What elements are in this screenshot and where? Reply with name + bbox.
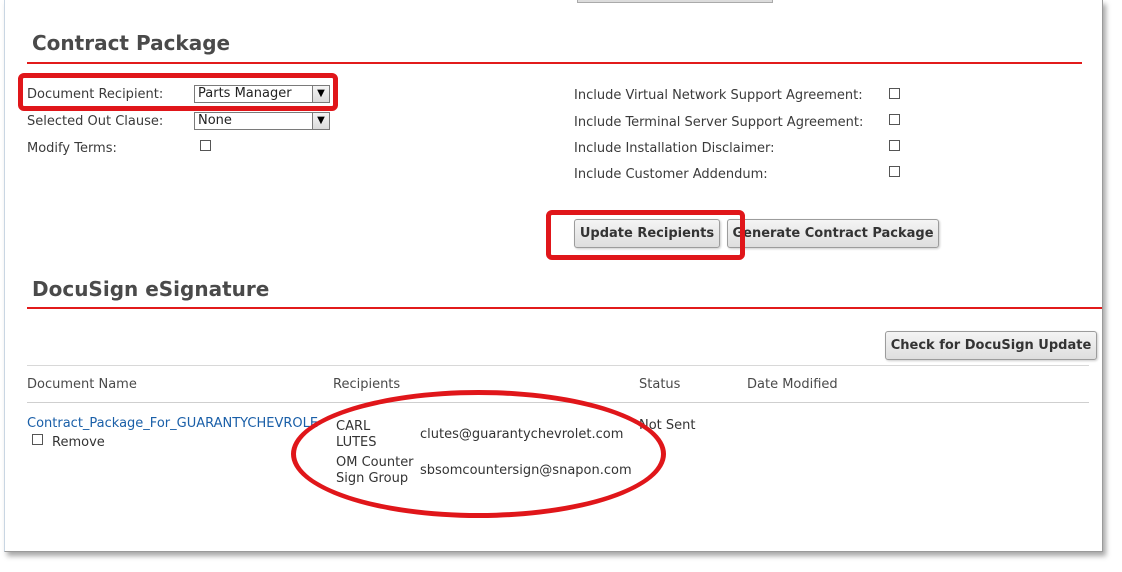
- top-button-remnant[interactable]: [577, 0, 773, 3]
- table-top-divider: [27, 365, 1089, 366]
- generate-contract-package-button[interactable]: Generate Contract Package: [727, 219, 939, 248]
- annotation-highlight-update-recipients: [546, 210, 745, 260]
- option-label-terminal-server: Include Terminal Server Support Agreemen…: [574, 115, 864, 130]
- docusign-divider: [27, 307, 1102, 309]
- document-name-link[interactable]: Contract_Package_For_GUARANTYCHEVROLE: [27, 416, 332, 431]
- column-header-date-modified: Date Modified: [747, 377, 838, 392]
- docusign-title: DocuSign eSignature: [32, 277, 270, 301]
- modify-terms-checkbox[interactable]: [200, 140, 211, 151]
- page-frame: Contract Package Document Recipient: Par…: [4, 0, 1103, 552]
- out-clause-value: None: [198, 113, 232, 128]
- option-label-installation-disclaimer: Include Installation Disclaimer:: [574, 141, 775, 156]
- option-checkbox-terminal-server[interactable]: [889, 114, 900, 125]
- check-docusign-update-button[interactable]: Check for DocuSign Update: [885, 331, 1097, 360]
- option-label-virtual-network: Include Virtual Network Support Agreemen…: [574, 88, 863, 103]
- annotation-highlight-document-recipient: [18, 73, 338, 111]
- out-clause-label: Selected Out Clause:: [27, 114, 164, 129]
- contract-package-divider: [27, 62, 1082, 64]
- chevron-down-icon[interactable]: ▼: [312, 113, 329, 129]
- option-checkbox-customer-addendum[interactable]: [889, 166, 900, 177]
- option-label-customer-addendum: Include Customer Addendum:: [574, 167, 768, 182]
- out-clause-select[interactable]: None ▼: [194, 112, 330, 130]
- contract-package-title: Contract Package: [32, 31, 231, 55]
- modify-terms-label: Modify Terms:: [27, 141, 117, 156]
- column-header-document-name: Document Name: [27, 377, 137, 392]
- remove-checkbox[interactable]: [32, 434, 43, 445]
- column-header-status: Status: [639, 377, 681, 392]
- column-header-recipients: Recipients: [333, 377, 401, 392]
- option-checkbox-installation-disclaimer[interactable]: [889, 140, 900, 151]
- remove-label: Remove: [52, 435, 105, 450]
- option-checkbox-virtual-network[interactable]: [889, 88, 900, 99]
- annotation-highlight-recipients: [291, 390, 666, 518]
